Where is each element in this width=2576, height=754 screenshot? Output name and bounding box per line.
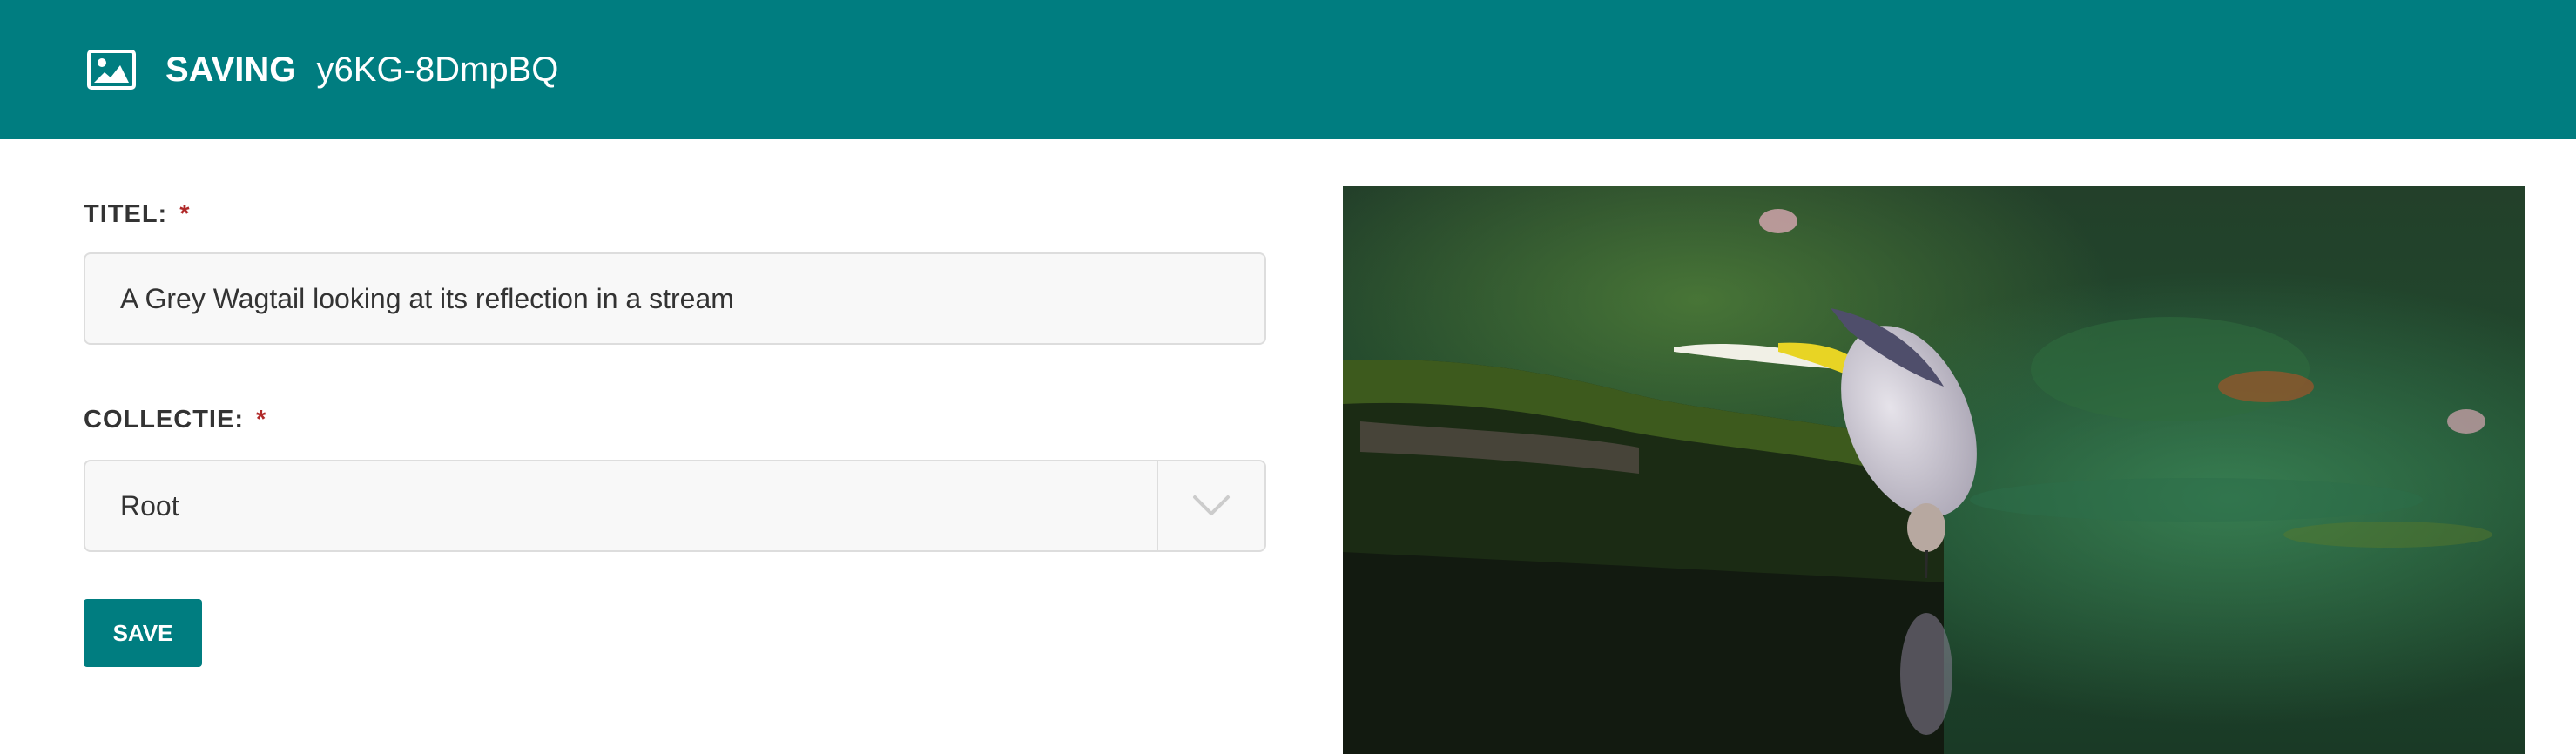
collection-required-marker: * [256, 406, 267, 434]
collection-dropdown-toggle[interactable] [1157, 461, 1264, 550]
title-field [84, 252, 1266, 345]
title-label: TITEL: * [84, 200, 191, 229]
image-preview [1343, 186, 2525, 754]
collection-label: COLLECTIE: * [84, 406, 266, 434]
collection-label-text: COLLECTIE: [84, 406, 244, 434]
title-required-marker: * [179, 200, 191, 228]
page-title: SAVING y6KG-8DmpBQ [165, 50, 558, 90]
header-bar: SAVING y6KG-8DmpBQ [0, 0, 2576, 139]
title-label-text: TITEL: [84, 200, 168, 228]
collection-select[interactable]: Root [84, 460, 1266, 552]
title-input[interactable] [85, 254, 1264, 343]
collection-selected-value: Root [120, 489, 179, 522]
bird-photo [1343, 186, 2525, 754]
chevron-down-icon [1193, 495, 1230, 515]
page-title-action: SAVING [165, 50, 297, 89]
image-icon [87, 50, 136, 90]
page-title-id: y6KG-8DmpBQ [316, 50, 559, 89]
save-button[interactable]: SAVE [84, 599, 202, 667]
